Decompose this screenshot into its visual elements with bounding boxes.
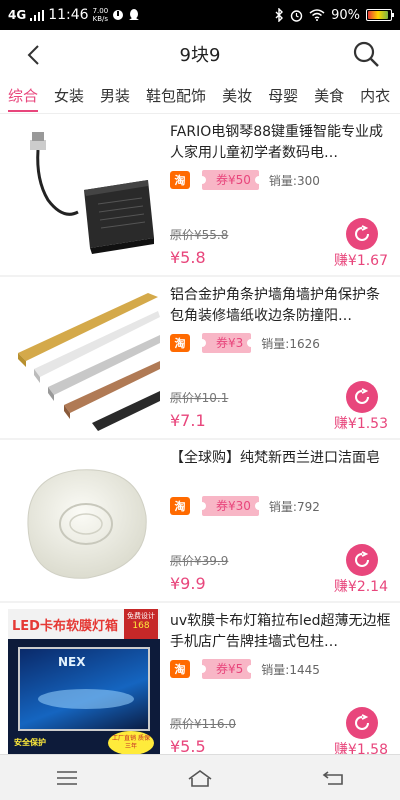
notification-icon bbox=[113, 10, 124, 20]
clock: 11:46 bbox=[48, 7, 89, 23]
list-item[interactable]: 【全球购】纯梵新西兰进口洁面皂 淘 券¥30 销量:792 原价¥39.9 ¥9… bbox=[0, 440, 400, 601]
product-image bbox=[8, 446, 160, 596]
home-icon bbox=[188, 769, 212, 787]
share-button[interactable] bbox=[346, 218, 378, 250]
image-headline: LED卡布软膜灯箱 bbox=[12, 619, 118, 634]
coupon-badge[interactable]: 券¥5 bbox=[197, 659, 256, 679]
app-header: 9块9 bbox=[0, 30, 400, 78]
tab-baby[interactable]: 母婴 bbox=[260, 78, 306, 113]
share-icon bbox=[355, 225, 369, 241]
product-title: uv软膜卡布灯箱拉布led超薄无边框手机店广告牌挂墙式包柱… bbox=[170, 613, 391, 650]
home-button[interactable] bbox=[180, 763, 220, 793]
system-nav-bar bbox=[0, 754, 400, 800]
chevron-left-icon bbox=[27, 45, 39, 65]
original-price: 原价¥116.0 bbox=[170, 717, 236, 731]
taobao-icon: 淘 bbox=[170, 334, 190, 352]
alarm-icon bbox=[290, 9, 303, 22]
product-image bbox=[8, 120, 160, 270]
list-item[interactable]: LED卡布软膜灯箱 免费设计 168 NEX 安全保护 工厂直销 质保三年 uv… bbox=[0, 603, 400, 754]
tab-shoes-bags[interactable]: 鞋包配饰 bbox=[138, 78, 214, 113]
category-tabs: 综合 女装 男装 鞋包配饰 美妆 母婴 美食 内衣 bbox=[0, 78, 400, 114]
product-title: 【全球购】纯梵新西兰进口洁面皂 bbox=[170, 450, 380, 466]
product-image bbox=[8, 283, 160, 433]
search-button[interactable] bbox=[350, 38, 382, 70]
price: ¥7.1 bbox=[170, 411, 206, 430]
tab-food[interactable]: 美食 bbox=[306, 78, 352, 113]
product-title: FARIO电钢琴88键重锤智能专业成人家用儿童初学者数码电… bbox=[170, 124, 384, 161]
coupon-badge[interactable]: 券¥3 bbox=[197, 333, 256, 353]
product-title: 铝合金护角条护墙角墙护角保护条包角装修墙纸收边条防撞阳… bbox=[170, 287, 380, 324]
search-icon bbox=[353, 41, 379, 67]
price: ¥5.8 bbox=[170, 248, 206, 267]
tab-zonghe[interactable]: 综合 bbox=[0, 78, 46, 113]
network-speed: 7.00 KB/s bbox=[92, 7, 109, 23]
return-icon bbox=[322, 770, 344, 785]
qq-icon bbox=[129, 8, 140, 20]
share-icon bbox=[355, 551, 369, 567]
product-image: LED卡布软膜灯箱 免费设计 168 NEX 安全保护 工厂直销 质保三年 bbox=[8, 609, 160, 754]
sales-count: 销量:300 bbox=[268, 173, 320, 188]
network-indicator: 4G bbox=[8, 8, 27, 22]
commission: 赚¥1.53 bbox=[333, 416, 388, 432]
share-button[interactable] bbox=[346, 544, 378, 576]
taobao-icon: 淘 bbox=[170, 660, 190, 678]
share-icon bbox=[355, 388, 369, 404]
wifi-icon bbox=[309, 9, 325, 21]
share-icon bbox=[355, 714, 369, 730]
commission: 赚¥1.67 bbox=[333, 253, 388, 269]
status-bar: 4G 11:46 7.00 KB/s 90% bbox=[0, 0, 400, 30]
back-nav-button[interactable] bbox=[313, 763, 353, 793]
menu-icon bbox=[56, 770, 77, 785]
list-item[interactable]: FARIO电钢琴88键重锤智能专业成人家用儿童初学者数码电… 淘 券¥50 销量… bbox=[0, 114, 400, 275]
tab-men[interactable]: 男装 bbox=[92, 78, 138, 113]
original-price: 原价¥39.9 bbox=[170, 554, 229, 568]
coupon-badge[interactable]: 券¥30 bbox=[198, 496, 263, 516]
tab-women[interactable]: 女装 bbox=[46, 78, 92, 113]
original-price: 原价¥10.1 bbox=[170, 391, 229, 405]
signal-icon bbox=[30, 9, 45, 21]
coupon-badge[interactable]: 券¥50 bbox=[198, 170, 263, 190]
menu-button[interactable] bbox=[47, 763, 87, 793]
commission: 赚¥1.58 bbox=[333, 742, 388, 754]
price: ¥5.5 bbox=[170, 737, 206, 754]
price: ¥9.9 bbox=[170, 574, 206, 593]
back-button[interactable] bbox=[18, 40, 48, 70]
taobao-icon: 淘 bbox=[170, 497, 190, 515]
sales-count: 销量:1445 bbox=[261, 662, 320, 677]
page-title: 9块9 bbox=[179, 45, 221, 66]
product-list: FARIO电钢琴88键重锤智能专业成人家用儿童初学者数码电… 淘 券¥50 销量… bbox=[0, 114, 400, 754]
sales-count: 销量:1626 bbox=[261, 336, 320, 351]
sales-count: 销量:792 bbox=[268, 499, 320, 514]
battery-icon bbox=[366, 9, 394, 21]
share-button[interactable] bbox=[346, 381, 378, 413]
battery-percent: 90% bbox=[331, 7, 360, 23]
taobao-icon: 淘 bbox=[170, 171, 190, 189]
original-price: 原价¥55.8 bbox=[170, 228, 229, 242]
share-button[interactable] bbox=[346, 707, 378, 739]
tab-underwear[interactable]: 内衣 bbox=[352, 78, 398, 113]
bluetooth-icon bbox=[275, 8, 284, 22]
list-item[interactable]: 铝合金护角条护墙角墙护角保护条包角装修墙纸收边条防撞阳… 淘 券¥3 销量:16… bbox=[0, 277, 400, 438]
commission: 赚¥2.14 bbox=[333, 579, 388, 595]
tab-beauty[interactable]: 美妆 bbox=[214, 78, 260, 113]
